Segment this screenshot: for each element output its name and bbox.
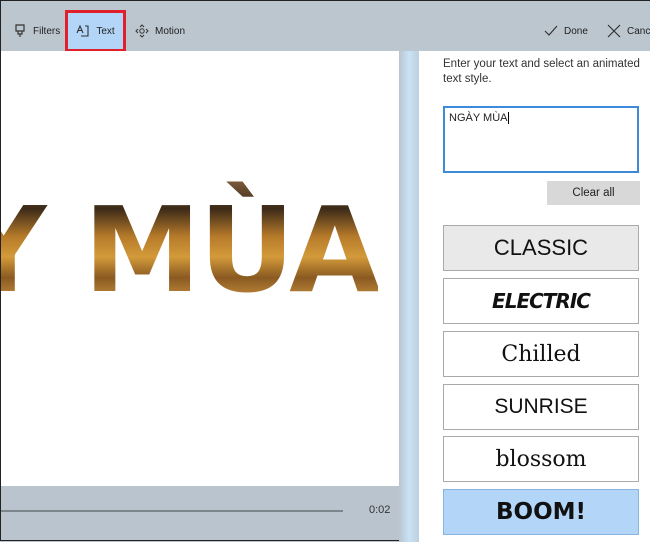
style-chilled[interactable]: Chilled bbox=[443, 331, 639, 377]
filters-icon bbox=[15, 24, 25, 37]
motion-label: Motion bbox=[155, 25, 186, 37]
filters-button[interactable]: Filters bbox=[13, 13, 60, 49]
style-boom[interactable]: BOOM! bbox=[443, 489, 639, 535]
cancel-button[interactable]: Cancel bbox=[607, 13, 650, 49]
text-icon bbox=[76, 24, 89, 37]
text-button[interactable]: Text bbox=[65, 10, 126, 52]
filters-label: Filters bbox=[33, 25, 61, 37]
video-preview[interactable]: Y MÙA bbox=[1, 51, 399, 486]
cancel-label: Cancel bbox=[627, 25, 650, 37]
timeline-scrubber[interactable] bbox=[1, 510, 343, 512]
preview-text: Y MÙA bbox=[1, 181, 380, 319]
motion-button[interactable]: Motion bbox=[135, 13, 185, 49]
text-input[interactable]: NGÀY MÙA bbox=[443, 106, 639, 173]
style-blossom[interactable]: blossom bbox=[443, 436, 639, 482]
checkmark-icon bbox=[544, 25, 558, 36]
done-button[interactable]: Done bbox=[544, 13, 588, 49]
divider bbox=[399, 51, 419, 542]
style-electric[interactable]: ELECTRIC bbox=[443, 278, 639, 324]
style-sunrise[interactable]: SUNRISE bbox=[443, 384, 639, 430]
toolbar: Filters Text Motion Done Cancel bbox=[1, 1, 650, 52]
done-label: Done bbox=[564, 25, 588, 37]
close-icon bbox=[607, 24, 621, 38]
duration-label: 0:02 bbox=[369, 504, 391, 516]
clear-all-button[interactable]: Clear all bbox=[547, 181, 640, 205]
instruction-text: Enter your text and select an animated t… bbox=[443, 58, 640, 85]
text-input-value: NGÀY MÙA bbox=[449, 112, 508, 124]
style-classic[interactable]: CLASSIC bbox=[443, 225, 639, 271]
text-label: Text bbox=[96, 25, 115, 37]
text-panel: Enter your text and select an animated t… bbox=[419, 51, 650, 542]
motion-icon bbox=[135, 24, 149, 38]
